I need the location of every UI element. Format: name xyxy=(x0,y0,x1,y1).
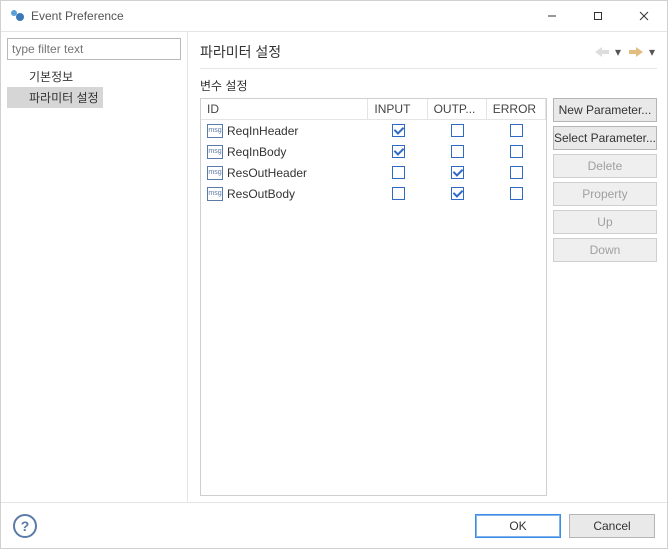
nav-back-icon[interactable] xyxy=(593,44,611,60)
history-nav: ▾ ▾ xyxy=(593,44,657,60)
table-row[interactable]: msg ResOutBody xyxy=(201,183,545,204)
table-body: msg ReqInHeader msg ReqInBody msg ResOutHeade… xyxy=(201,120,545,205)
msg-icon: msg xyxy=(207,124,223,138)
maximize-button[interactable] xyxy=(575,1,621,31)
error-checkbox[interactable] xyxy=(510,145,523,158)
output-checkbox[interactable] xyxy=(451,124,464,137)
table-row[interactable]: msg ResOutHeader xyxy=(201,162,545,183)
cancel-button[interactable]: Cancel xyxy=(569,514,655,538)
error-checkbox[interactable] xyxy=(510,166,523,179)
select-parameter-button[interactable]: Select Parameter... xyxy=(553,126,657,150)
navigation-tree[interactable]: 기본정보 파라미터 설정 xyxy=(7,66,181,108)
table-row[interactable]: msg ReqInHeader xyxy=(201,120,545,142)
separator xyxy=(200,68,657,69)
table-header-row: ID INPUT OUTP... ERROR xyxy=(201,99,545,120)
dialog-footer: ? OK Cancel xyxy=(1,502,667,548)
nav-back-menu[interactable]: ▾ xyxy=(615,45,623,59)
title-bar: Event Preference xyxy=(1,1,667,31)
output-checkbox[interactable] xyxy=(451,187,464,200)
side-button-column: New Parameter... Select Parameter... Del… xyxy=(553,98,657,496)
row-id: ReqInHeader xyxy=(227,124,298,138)
output-checkbox[interactable] xyxy=(451,166,464,179)
ok-button[interactable]: OK xyxy=(475,514,561,538)
column-header-id[interactable]: ID xyxy=(201,99,368,120)
column-header-input[interactable]: INPUT xyxy=(368,99,427,120)
error-checkbox[interactable] xyxy=(510,187,523,200)
page-title: 파라미터 설정 xyxy=(200,42,593,62)
window-title: Event Preference xyxy=(31,9,529,23)
nav-forward-menu[interactable]: ▾ xyxy=(649,45,657,59)
parameter-table[interactable]: ID INPUT OUTP... ERROR msgReqInHeadermsg… xyxy=(200,98,547,496)
column-header-output[interactable]: OUTP... xyxy=(427,99,486,120)
column-header-error[interactable]: ERROR xyxy=(486,99,545,120)
row-id: ReqInBody xyxy=(227,145,286,159)
nav-forward-icon[interactable] xyxy=(627,44,645,60)
tree-item-basic-info[interactable]: 기본정보 xyxy=(7,66,181,87)
msg-icon: msg xyxy=(207,166,223,180)
group-body: ID INPUT OUTP... ERROR msgReqInHeadermsg… xyxy=(200,98,657,496)
delete-button[interactable]: Delete xyxy=(553,154,657,178)
input-checkbox[interactable] xyxy=(392,166,405,179)
filter-input[interactable] xyxy=(7,38,181,60)
close-button[interactable] xyxy=(621,1,667,31)
property-button[interactable]: Property xyxy=(553,182,657,206)
up-button[interactable]: Up xyxy=(553,210,657,234)
help-icon[interactable]: ? xyxy=(13,514,37,538)
window-controls xyxy=(529,1,667,31)
minimize-button[interactable] xyxy=(529,1,575,31)
down-button[interactable]: Down xyxy=(553,238,657,262)
output-checkbox[interactable] xyxy=(451,145,464,158)
input-checkbox[interactable] xyxy=(392,145,405,158)
settings-pane: 파라미터 설정 ▾ ▾ 변수 설정 xyxy=(188,32,667,502)
page-header: 파라미터 설정 ▾ ▾ xyxy=(200,38,657,66)
navigation-pane: 기본정보 파라미터 설정 xyxy=(1,32,188,502)
content-area: 기본정보 파라미터 설정 파라미터 설정 ▾ ▾ 변수 설정 xyxy=(1,31,667,502)
msg-icon: msg xyxy=(207,145,223,159)
group-label: 변수 설정 xyxy=(200,77,657,94)
input-checkbox[interactable] xyxy=(392,187,405,200)
input-checkbox[interactable] xyxy=(392,124,405,137)
new-parameter-button[interactable]: New Parameter... xyxy=(553,98,657,122)
msg-icon: msg xyxy=(207,187,223,201)
row-id: ResOutHeader xyxy=(227,166,307,180)
row-id: ResOutBody xyxy=(227,187,295,201)
table-row[interactable]: msg ReqInBody xyxy=(201,141,545,162)
app-icon xyxy=(9,8,25,24)
tree-item-parameter-settings[interactable]: 파라미터 설정 xyxy=(7,87,103,108)
error-checkbox[interactable] xyxy=(510,124,523,137)
